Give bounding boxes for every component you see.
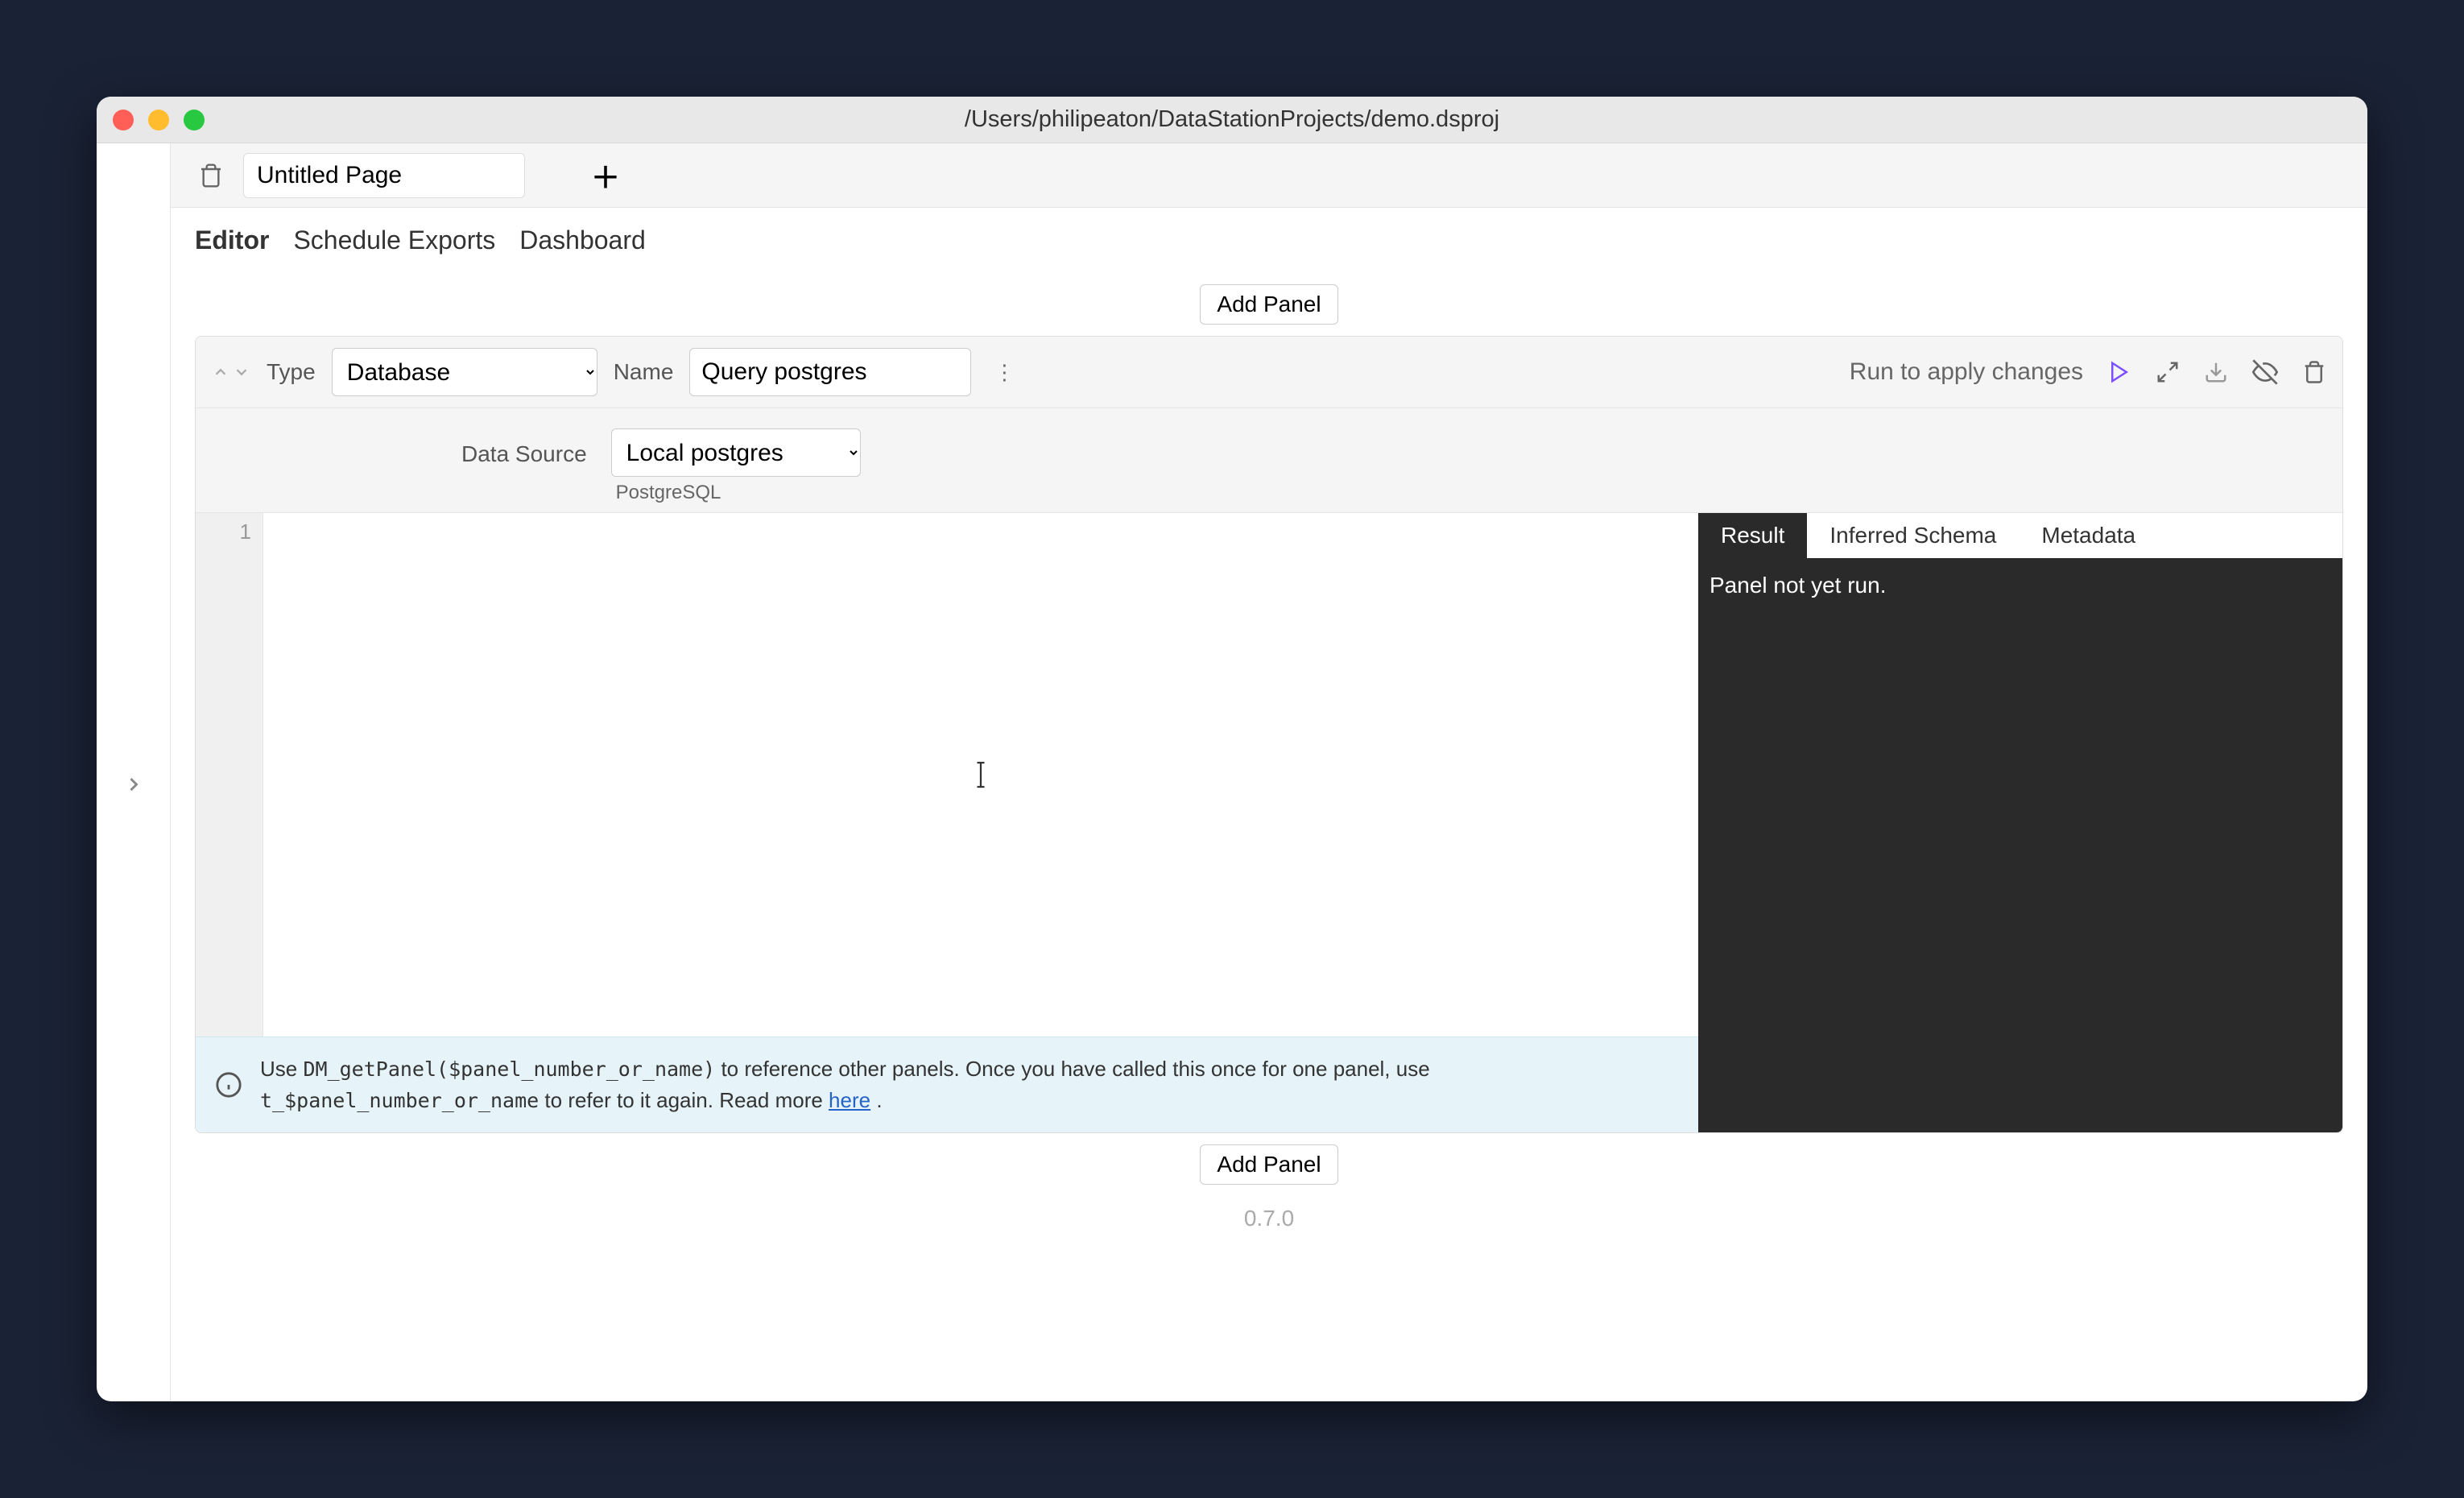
panel-reorder-icons[interactable] [212,363,250,381]
panel-body: 1 [196,513,2342,1132]
expand-sidebar-button[interactable] [122,168,145,1401]
minimize-window-button[interactable] [148,110,169,130]
delete-panel-button[interactable] [2302,360,2326,384]
results-pane: Result Inferred Schema Metadata Panel no… [1698,513,2342,1132]
info-learn-more-link[interactable]: here [829,1088,870,1112]
add-panel-top-button[interactable]: Add Panel [1200,284,1337,325]
version-footer: 0.7.0 [195,1196,2343,1241]
maximize-window-button[interactable] [184,110,205,130]
results-tab-metadata[interactable]: Metadata [2019,513,2158,558]
results-body: Panel not yet run. [1698,558,2342,1132]
info-bar: Use DM_getPanel($panel_number_or_name) t… [196,1037,1698,1132]
code-area-wrap: 1 [196,513,1698,1132]
panel: Type Database Name ⋮ Run to apply change… [195,336,2343,1133]
close-window-button[interactable] [113,110,134,130]
panel-more-menu[interactable]: ⋮ [987,360,1021,385]
add-panel-top-row: Add Panel [195,273,2343,336]
data-source-subtext: PostgreSQL [611,482,861,504]
hide-results-button[interactable] [2252,359,2278,385]
add-page-button[interactable]: ＋ [581,153,630,198]
panel-name-label: Name [614,359,674,385]
add-panel-bottom-button[interactable]: Add Panel [1200,1144,1337,1185]
download-button[interactable] [2204,360,2228,384]
fullscreen-button[interactable] [2156,360,2180,384]
run-panel-button[interactable] [2107,360,2131,384]
info-icon [215,1071,242,1099]
results-tab-result[interactable]: Result [1698,513,1807,558]
page-tab-strip: ＋ [171,143,2367,208]
editor-area: Add Panel Type Database [171,273,2367,1401]
panel-type-select[interactable]: Database [332,348,597,396]
tab-editor[interactable]: Editor [195,226,269,255]
code-gutter: 1 [196,513,263,1037]
tab-dashboard[interactable]: Dashboard [519,226,646,255]
window-title: /Users/philipeaton/DataStationProjects/d… [113,106,2351,133]
text-cursor-icon [972,760,990,789]
view-tabs: Editor Schedule Exports Dashboard [171,208,2367,273]
data-source-select[interactable]: Local postgres [611,428,861,477]
traffic-lights [113,110,205,130]
page-name-input[interactable] [243,153,525,198]
results-tabs: Result Inferred Schema Metadata [1698,513,2342,558]
panel-header-right: Run to apply changes [1850,358,2326,386]
panel-config: Data Source Local postgres PostgreSQL [196,408,2342,513]
info-text: Use DM_getPanel($panel_number_or_name) t… [260,1053,1679,1116]
panel-header: Type Database Name ⋮ Run to apply change… [196,337,2342,408]
delete-page-button[interactable] [195,158,227,193]
run-status-text: Run to apply changes [1850,358,2083,386]
main-content: ＋ Editor Schedule Exports Dashboard Add … [171,143,2367,1401]
collapsed-sidebar [97,143,171,1401]
data-source-wrap: Local postgres PostgreSQL [611,428,861,504]
code-editor-textarea[interactable] [263,513,1698,1037]
code-body: 1 [196,513,1698,1037]
panel-type-label: Type [267,359,316,385]
panel-name-input[interactable] [689,348,971,396]
data-source-label: Data Source [461,428,587,467]
app-window: /Users/philipeaton/DataStationProjects/d… [97,97,2367,1401]
gutter-line-1: 1 [202,519,251,544]
add-panel-bottom-row: Add Panel [195,1133,2343,1196]
tab-schedule-exports[interactable]: Schedule Exports [293,226,495,255]
results-tab-schema[interactable]: Inferred Schema [1807,513,2019,558]
titlebar: /Users/philipeaton/DataStationProjects/d… [97,97,2367,143]
panel-header-left: Type Database Name ⋮ [212,348,1834,396]
main-body: ＋ Editor Schedule Exports Dashboard Add … [97,143,2367,1401]
